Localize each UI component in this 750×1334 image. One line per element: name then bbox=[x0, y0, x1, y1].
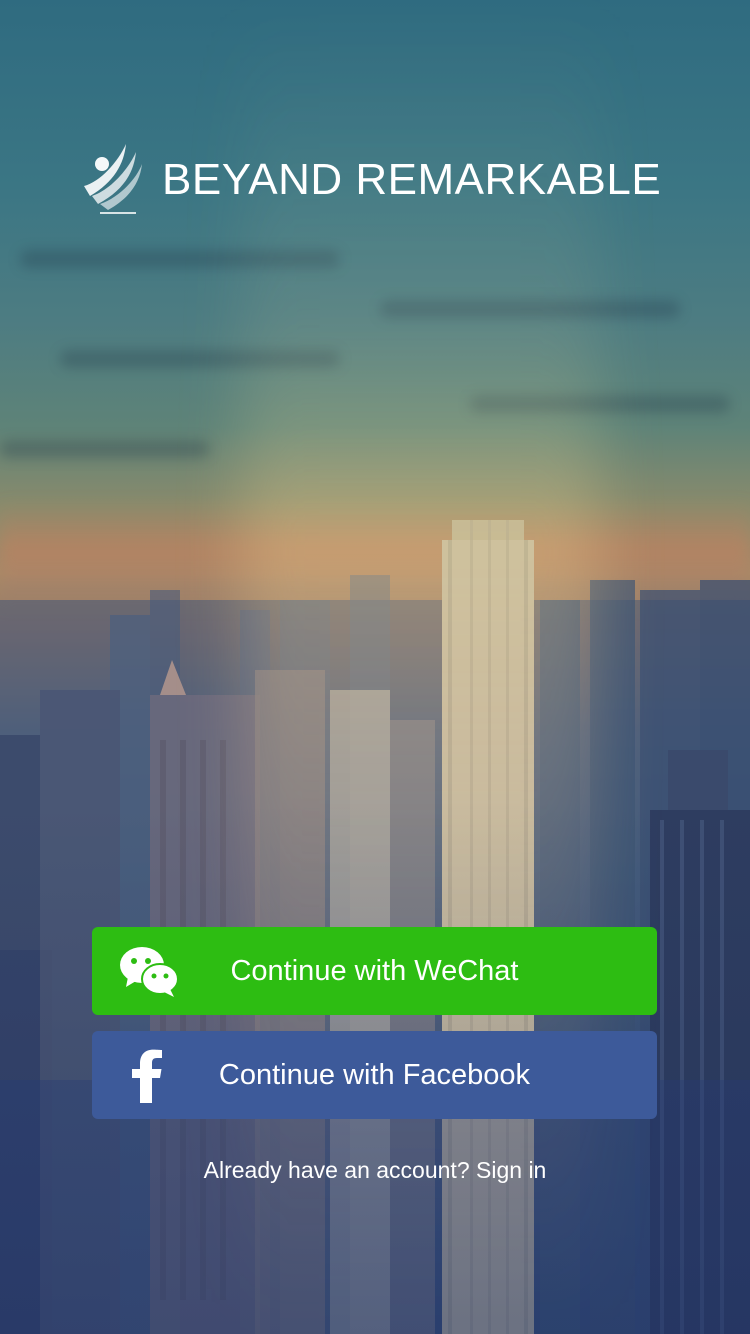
continue-with-facebook-button[interactable]: Continue with Facebook bbox=[92, 1031, 657, 1119]
signin-prompt-text: Already have an account? bbox=[203, 1157, 470, 1183]
facebook-button-label: Continue with Facebook bbox=[218, 1058, 531, 1091]
wechat-icon bbox=[120, 947, 179, 997]
signin-link[interactable]: Sign in bbox=[476, 1157, 546, 1183]
signin-prompt: Already have an account? Sign in bbox=[0, 1157, 750, 1184]
wechat-button-label: Continue with WeChat bbox=[230, 954, 519, 987]
brand-name: BEYAND REMARKABLE bbox=[162, 155, 662, 204]
swoosh-logo-icon bbox=[84, 144, 142, 214]
facebook-icon bbox=[132, 1049, 162, 1103]
continue-with-wechat-button[interactable]: Continue with WeChat bbox=[92, 927, 657, 1015]
brand-header: BEYAND REMARKABLE bbox=[80, 140, 680, 220]
